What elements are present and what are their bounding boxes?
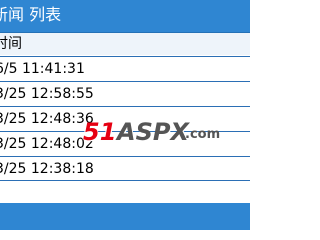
table-row[interactable]: 3/25 12:38:18 bbox=[0, 156, 250, 181]
column-header-label: 时间 bbox=[0, 36, 22, 52]
news-list-panel: 新闻 列表 时间 6/5 11:41:31 3/25 12:58:55 3/25… bbox=[0, 0, 250, 230]
row-time: 3/25 12:58:55 bbox=[0, 86, 94, 102]
footer-bar bbox=[0, 203, 250, 230]
table-bottom-border bbox=[0, 180, 250, 181]
column-header-time: 时间 bbox=[0, 33, 250, 55]
row-time: 6/5 11:41:31 bbox=[0, 61, 85, 77]
site-watermark: 51 ASPX .com bbox=[83, 119, 223, 149]
watermark-digits: 51 bbox=[83, 118, 117, 146]
row-time: 3/25 12:48:36 bbox=[0, 111, 94, 127]
title-bar: 新闻 列表 bbox=[0, 0, 250, 33]
panel-title: 新闻 列表 bbox=[0, 5, 62, 24]
row-time: 3/25 12:38:18 bbox=[0, 161, 94, 177]
watermark-suffix: .com bbox=[185, 127, 221, 142]
table-row[interactable]: 3/25 12:58:55 bbox=[0, 81, 250, 106]
row-time: 3/25 12:48:02 bbox=[0, 136, 94, 152]
table-row[interactable]: 6/5 11:41:31 bbox=[0, 56, 250, 81]
watermark-brand: ASPX bbox=[117, 118, 189, 146]
